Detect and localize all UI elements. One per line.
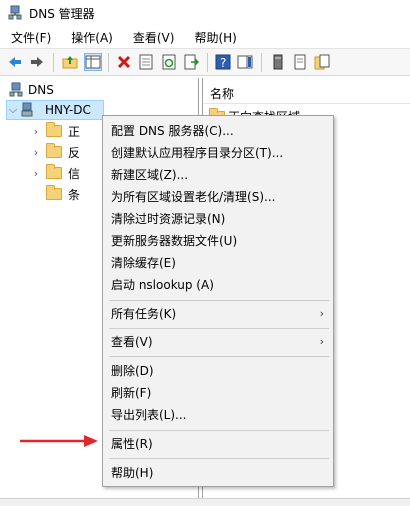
up-folder-icon[interactable]	[62, 54, 78, 70]
folder-icon	[46, 164, 62, 179]
submenu-arrow-icon: ›	[319, 306, 324, 320]
tree-label: 反	[68, 145, 81, 160]
window-title: DNS 管理器	[29, 6, 95, 21]
tree-item-dns-root[interactable]: DNS	[8, 80, 54, 100]
toolbar: ?	[0, 48, 410, 76]
menu-item-label: 为所有区域设置老化/清理(S)...	[111, 189, 276, 204]
tree-item-child-3[interactable]: › 信	[30, 163, 80, 183]
toolbar-separator	[108, 53, 109, 72]
tree-label: 条	[68, 187, 81, 202]
submenu-arrow-icon: ›	[319, 334, 324, 348]
chevron-down-icon[interactable]: ⌵	[7, 103, 19, 117]
context-menu: 配置 DNS 服务器(C)... 创建默认应用程序目录分区(T)... 新建区域…	[102, 115, 334, 487]
menu-item-label: 配置 DNS 服务器(C)...	[111, 123, 234, 138]
menu-item-label: 清除缓存(E)	[111, 255, 176, 270]
folder-icon	[46, 143, 62, 158]
help-icon[interactable]: ?	[215, 54, 231, 70]
refresh-icon[interactable]	[161, 54, 177, 70]
menu-item-label: 更新服务器数据文件(U)	[111, 233, 238, 248]
menu-item-label: 查看(V)	[111, 334, 153, 349]
folder-icon	[46, 185, 62, 200]
tree-label: 信	[68, 166, 81, 181]
menu-item-all-tasks[interactable]: 所有任务(K) ›	[103, 303, 333, 323]
menu-item-configure-dns-server[interactable]: 配置 DNS 服务器(C)...	[103, 120, 333, 140]
menu-item-label: 清除过时资源记录(N)	[111, 211, 226, 226]
folder-icon	[46, 122, 62, 137]
menu-item-new-zone[interactable]: 新建区域(Z)...	[103, 164, 333, 184]
menu-item-view[interactable]: 查看(V) ›	[103, 331, 333, 351]
menu-item-set-aging-scavenging[interactable]: 为所有区域设置老化/清理(S)...	[103, 186, 333, 206]
toolbar-separator	[53, 53, 54, 72]
show-console-tree-icon[interactable]	[84, 53, 102, 71]
menu-item-label: 启动 nslookup (A)	[111, 277, 214, 292]
menu-action[interactable]: 操作(A)	[60, 29, 122, 46]
menu-item-label: 帮助(H)	[111, 465, 154, 480]
menu-item-clear-cache[interactable]: 清除缓存(E)	[103, 252, 333, 272]
menu-separator	[109, 458, 329, 459]
document-list-icon[interactable]	[292, 54, 308, 70]
menu-item-export-list[interactable]: 导出列表(L)...	[103, 404, 333, 424]
documents-icon[interactable]	[314, 54, 330, 70]
menu-separator	[109, 300, 329, 301]
menu-item-label: 所有任务(K)	[111, 306, 177, 321]
toolbar-separator	[261, 53, 262, 72]
menu-item-help[interactable]: 帮助(H)	[103, 462, 333, 482]
menu-item-update-server-data-files[interactable]: 更新服务器数据文件(U)	[103, 230, 333, 250]
menu-item-label: 属性(R)	[111, 436, 153, 451]
dns-server-icon	[9, 82, 23, 97]
column-header-name[interactable]: 名称	[203, 83, 410, 104]
properties-icon[interactable]	[138, 54, 154, 70]
tree-item-server[interactable]: ⌵ HNY-DC	[6, 100, 104, 120]
export-list-icon[interactable]	[183, 54, 199, 70]
toolbar-separator	[207, 53, 208, 72]
server-icon[interactable]	[270, 54, 286, 70]
menu-item-label: 导出列表(L)...	[111, 407, 187, 422]
menu-view[interactable]: 查看(V)	[122, 29, 184, 46]
menu-item-launch-nslookup[interactable]: 启动 nslookup (A)	[103, 274, 333, 294]
show-hide-action-pane-icon[interactable]	[237, 54, 253, 70]
menu-item-create-app-directory-partition[interactable]: 创建默认应用程序目录分区(T)...	[103, 142, 333, 162]
menu-separator	[109, 430, 329, 431]
tree-item-child-1[interactable]: › 正	[30, 121, 80, 141]
delete-icon[interactable]	[116, 54, 132, 70]
chevron-right-icon[interactable]: ›	[30, 146, 42, 159]
menu-separator	[109, 328, 329, 329]
menu-item-label: 新建区域(Z)...	[111, 167, 189, 182]
annotation-arrow-icon	[20, 435, 98, 447]
forward-arrow-icon[interactable]	[29, 54, 45, 70]
back-arrow-icon[interactable]	[7, 54, 23, 70]
menu-item-delete[interactable]: 删除(D)	[103, 360, 333, 380]
menu-help[interactable]: 帮助(H)	[183, 29, 245, 46]
svg-text:?: ?	[220, 56, 226, 70]
menu-item-properties[interactable]: 属性(R)	[103, 433, 333, 453]
column-header-label: 名称	[210, 87, 235, 101]
menu-item-label: 创建默认应用程序目录分区(T)...	[111, 145, 284, 160]
tree-label: 正	[68, 124, 81, 139]
menu-item-scavenge-stale-records[interactable]: 清除过时资源记录(N)	[103, 208, 333, 228]
menu-separator	[109, 356, 329, 357]
chevron-right-icon[interactable]: ›	[30, 125, 42, 138]
menu-item-label: 刷新(F)	[111, 385, 152, 400]
chevron-right-icon[interactable]: ›	[30, 167, 42, 180]
tree-item-child-4[interactable]: 条	[42, 184, 80, 204]
menu-item-label: 删除(D)	[111, 363, 154, 378]
menu-file[interactable]: 文件(F)	[0, 29, 60, 46]
tree-label: DNS	[28, 83, 54, 97]
tree-item-child-2[interactable]: › 反	[30, 142, 80, 162]
title-bar: DNS 管理器	[0, 0, 410, 26]
tree-label: HNY-DC	[45, 103, 91, 117]
menu-item-refresh[interactable]: 刷新(F)	[103, 382, 333, 402]
server-node-icon	[21, 102, 33, 117]
dns-app-icon	[8, 5, 22, 20]
menu-bar: 文件(F) 操作(A) 查看(V) 帮助(H)	[0, 26, 410, 48]
